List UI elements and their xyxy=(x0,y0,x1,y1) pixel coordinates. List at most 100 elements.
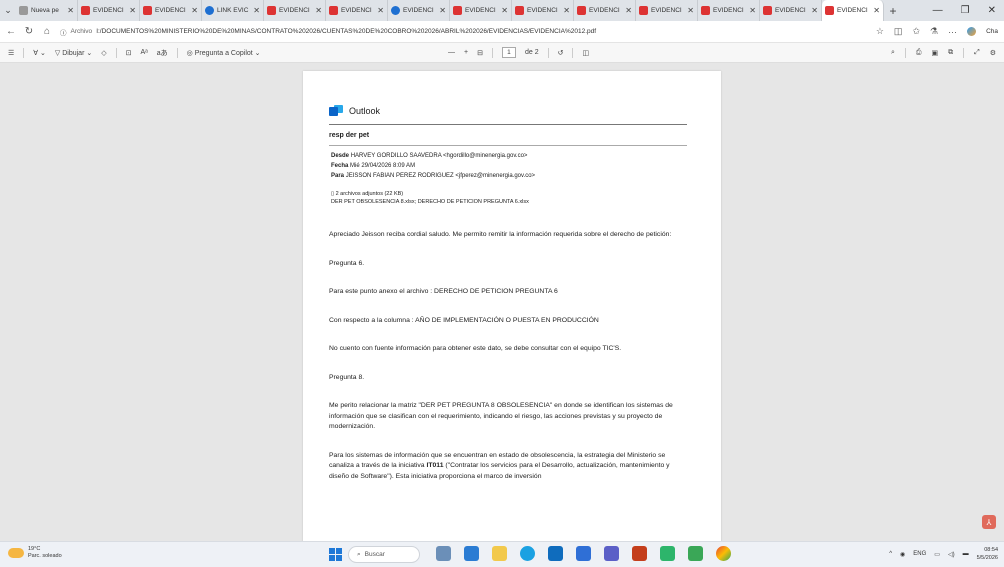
app-icon[interactable] xyxy=(464,546,479,561)
contents-icon[interactable]: ☰ xyxy=(8,49,14,57)
maximize-icon[interactable]: ❐ xyxy=(961,5,970,16)
profile-label[interactable]: Cha xyxy=(986,28,998,35)
page-total: de 2 xyxy=(524,49,539,56)
browser-tab[interactable]: EVIDENCI ✕ xyxy=(822,0,884,21)
minimize-icon[interactable]: — xyxy=(933,5,943,16)
browser-tab[interactable]: EVIDENCI ✕ xyxy=(636,0,698,21)
close-tab-icon[interactable]: ✕ xyxy=(67,6,74,15)
favorite-star-icon[interactable]: ☆ xyxy=(876,26,884,37)
browser-tab[interactable]: EVIDENCI ✕ xyxy=(264,0,326,21)
attachments-list: DER PET OBSOLESENCIA 8.xlsx; DERECHO DE … xyxy=(331,199,529,205)
search-icon[interactable]: ⌕ xyxy=(891,49,895,57)
close-tab-icon[interactable]: ✕ xyxy=(253,6,260,15)
rotate-icon[interactable]: ↺ xyxy=(558,49,564,57)
save-as-icon[interactable]: ⧉ xyxy=(948,49,953,57)
tab-label: EVIDENCI xyxy=(93,7,124,14)
language-indicator[interactable]: ENG xyxy=(913,551,926,557)
draw-button[interactable]: ▽ Dibujar ⌄ xyxy=(55,49,92,57)
zoom-out-button[interactable]: — xyxy=(448,49,455,56)
page-view-icon[interactable]: ◫ xyxy=(582,49,589,57)
close-tab-icon[interactable]: ✕ xyxy=(625,6,632,15)
app-icon[interactable] xyxy=(632,546,647,561)
pdf-viewer[interactable]: Outlook resp der pet Desde HARVEY GORDIL… xyxy=(0,63,1004,541)
add-text-icon[interactable]: ⊡ xyxy=(126,49,132,57)
display-icon[interactable]: ▭ xyxy=(934,551,940,558)
close-tab-icon[interactable]: ✕ xyxy=(873,6,880,15)
edge-icon[interactable] xyxy=(520,546,535,561)
chrome-icon[interactable] xyxy=(716,546,731,561)
browser-tab[interactable]: EVIDENCI ✕ xyxy=(78,0,140,21)
text-size-icon[interactable]: Aᵃ xyxy=(140,49,147,56)
zoom-in-button[interactable]: + xyxy=(464,49,468,56)
highlight-icon[interactable]: ∀ ⌄ xyxy=(33,49,46,57)
refresh-icon[interactable]: ↻ xyxy=(24,26,34,37)
close-tab-icon[interactable]: ✕ xyxy=(129,6,136,15)
network-app-icon[interactable]: ◉ xyxy=(900,551,905,558)
close-tab-icon[interactable]: ✕ xyxy=(191,6,198,15)
browser-tab[interactable]: EVIDENCI ✕ xyxy=(140,0,202,21)
new-tab-button[interactable]: + xyxy=(884,0,902,21)
windows-start-icon[interactable] xyxy=(329,548,342,561)
browser-tab[interactable]: EVIDENCI ✕ xyxy=(574,0,636,21)
close-tab-icon[interactable]: ✕ xyxy=(501,6,508,15)
tab-actions-icon[interactable]: ⌄ xyxy=(0,0,16,21)
app-icon[interactable] xyxy=(436,546,451,561)
fit-page-icon[interactable]: ⊟ xyxy=(477,49,483,57)
body-paragraph: Me perito relacionar la matriz "DER PET … xyxy=(329,402,673,430)
home-icon[interactable]: ⌂ xyxy=(42,26,52,37)
acrobat-icon[interactable]: ⅄ xyxy=(982,515,996,529)
app-icon[interactable] xyxy=(660,546,675,561)
copilot-icon[interactable] xyxy=(967,27,977,36)
back-icon[interactable]: ← xyxy=(6,26,16,37)
teams-icon[interactable] xyxy=(604,546,619,561)
close-tab-icon[interactable]: ✕ xyxy=(563,6,570,15)
volume-icon[interactable]: ◁) xyxy=(948,551,955,558)
url-text: I:/DOCUMENTOS%20MINISTERIO%20DE%20MINAS/… xyxy=(96,28,597,35)
page-number-input[interactable]: 1 xyxy=(501,47,516,58)
close-tab-icon[interactable]: ✕ xyxy=(315,6,322,15)
outlook-icon[interactable] xyxy=(576,546,591,561)
close-tab-icon[interactable]: ✕ xyxy=(687,6,694,15)
tab-label: EVIDENCI xyxy=(651,7,682,14)
chevron-up-icon[interactable]: ^ xyxy=(889,551,892,557)
body-paragraph: Apreciado Jeisson reciba cordial saludo.… xyxy=(329,231,672,238)
browser-tab[interactable]: EVIDENCI ✕ xyxy=(388,0,450,21)
eraser-icon[interactable]: ◇ xyxy=(101,49,106,57)
store-icon[interactable] xyxy=(548,546,563,561)
browser-tab[interactable]: EVIDENCI ✕ xyxy=(698,0,760,21)
url-field[interactable]: ⓘ Archivo I:/DOCUMENTOS%20MINISTERIO%20D… xyxy=(60,24,868,40)
close-tab-icon[interactable]: ✕ xyxy=(377,6,384,15)
link-icon xyxy=(205,6,214,15)
pdf-icon xyxy=(143,6,152,15)
settings-icon[interactable]: ⚙ xyxy=(990,49,996,57)
save-icon[interactable]: ▣ xyxy=(931,49,938,57)
info-icon[interactable]: ⓘ xyxy=(60,27,67,37)
taskbar-search[interactable]: ⌕ Buscar xyxy=(348,546,420,563)
split-screen-icon[interactable]: ◫ xyxy=(894,26,903,37)
tab-label: EVIDENCI xyxy=(775,7,806,14)
print-icon[interactable]: ⎙ xyxy=(916,49,922,57)
browser-tab[interactable]: EVIDENCI ✕ xyxy=(760,0,822,21)
folder-icon[interactable] xyxy=(492,546,507,561)
close-tab-icon[interactable]: ✕ xyxy=(439,6,446,15)
extensions-icon[interactable]: ⚗ xyxy=(930,26,938,37)
battery-icon[interactable]: ▬ xyxy=(963,551,969,557)
browser-tab[interactable]: EVIDENCI ✕ xyxy=(450,0,512,21)
expand-icon[interactable]: ⤢ xyxy=(974,49,980,57)
close-window-icon[interactable]: ✕ xyxy=(988,5,996,16)
more-menu-icon[interactable]: ··· xyxy=(948,27,957,37)
close-tab-icon[interactable]: ✕ xyxy=(811,6,818,15)
close-tab-icon[interactable]: ✕ xyxy=(749,6,756,15)
clock[interactable]: 08:54 5/5/2026 xyxy=(977,546,998,562)
copilot-ask-button[interactable]: ◎ Pregunta a Copilot ⌄ xyxy=(187,49,261,57)
to-label: Para xyxy=(331,173,345,179)
favorites-icon[interactable]: ✩ xyxy=(912,26,920,37)
browser-tab[interactable]: EVIDENCI ✕ xyxy=(326,0,388,21)
app-icon[interactable] xyxy=(688,546,703,561)
pdf-icon xyxy=(701,6,710,15)
browser-tab[interactable]: EVIDENCI ✕ xyxy=(512,0,574,21)
read-aloud-icon[interactable]: aあ xyxy=(157,48,168,58)
browser-tab[interactable]: LINK EVIC ✕ xyxy=(202,0,264,21)
weather-widget[interactable]: 19°C Parc. soleado xyxy=(8,546,62,560)
browser-tab[interactable]: Nueva pe ✕ xyxy=(16,0,78,21)
